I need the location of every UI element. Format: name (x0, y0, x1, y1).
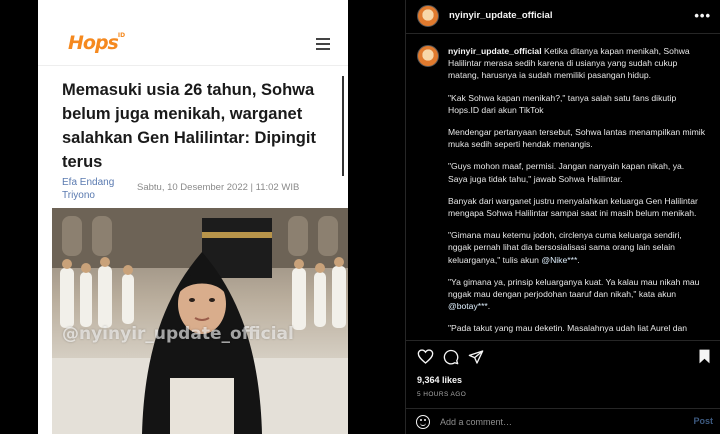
comment-input[interactable] (440, 415, 670, 429)
bookmark-icon[interactable] (698, 349, 711, 364)
scroll-indicator (342, 76, 344, 176)
instagram-post-view: HopsID Memasuki usia 26 tahun, Sohwa bel… (0, 0, 720, 434)
caption-paragraph-5: Banyak dari warganet justru menyalahkan … (448, 195, 698, 219)
watermark-text: @nyinyir_update_official (62, 324, 294, 344)
avatar[interactable] (417, 5, 439, 27)
article-header: HopsID (38, 0, 348, 66)
caption-avatar[interactable] (417, 45, 439, 67)
post-media[interactable]: HopsID Memasuki usia 26 tahun, Sohwa bel… (0, 0, 405, 434)
action-bar (406, 340, 720, 370)
mecca-scene-illustration (52, 208, 348, 434)
caption-paragraph-3: Mendengar pertanyaan tersebut, Sohwa lan… (448, 127, 705, 150)
post-username[interactable]: nyinyir_update_official (449, 10, 552, 21)
caption-paragraph-8: "Pada takut yang mau deketin. Masalahnya… (448, 323, 688, 334)
hamburger-menu-icon (316, 38, 330, 50)
caption-text: nyinyir_update_official Ketika ditanya k… (448, 45, 706, 336)
post-side-panel: nyinyir_update_official ••• nyinyir_upda… (405, 0, 720, 434)
caption-username[interactable]: nyinyir_update_official (448, 46, 542, 56)
caption-paragraph-2: "Kak Sohwa kapan menikah?," tanya salah … (448, 92, 677, 115)
post-button[interactable]: Post (693, 416, 713, 426)
article-date: Sabtu, 10 Desember 2022 | 11:02 WIB (137, 182, 300, 193)
comment-icon[interactable] (443, 349, 459, 365)
article-photo: @nyinyir_update_official (52, 208, 348, 434)
mention-link[interactable]: @botay*** (448, 301, 488, 311)
share-icon[interactable] (468, 349, 484, 365)
article-author: Efa Endang Triyono (62, 177, 115, 201)
caption-paragraph-6: "Gimana mau ketemu jodoh, circlenya cuma… (448, 230, 682, 265)
emoji-icon[interactable] (416, 415, 430, 429)
article-headline: Memasuki usia 26 tahun, Sohwa belum juga… (62, 81, 316, 171)
likes-count[interactable]: 9,364 likes (417, 375, 462, 385)
caption-paragraph-4: "Guys mohon maaf, permisi. Jangan nanyai… (448, 161, 685, 184)
caption-paragraph-7: "Ya gimana ya, prinsip keluarganya kuat.… (448, 276, 700, 312)
article-screenshot: HopsID Memasuki usia 26 tahun, Sohwa bel… (38, 0, 348, 434)
heart-icon[interactable] (417, 349, 434, 364)
caption-area[interactable]: nyinyir_update_official Ketika ditanya k… (406, 40, 720, 336)
more-options-icon[interactable]: ••• (694, 8, 711, 23)
post-timestamp: 5 HOURS AGO (417, 391, 467, 398)
mention-link[interactable]: @Nike*** (541, 255, 577, 265)
hops-logo: HopsID (68, 32, 126, 54)
add-comment-bar: Post (406, 408, 720, 434)
post-header: nyinyir_update_official ••• (406, 0, 720, 34)
